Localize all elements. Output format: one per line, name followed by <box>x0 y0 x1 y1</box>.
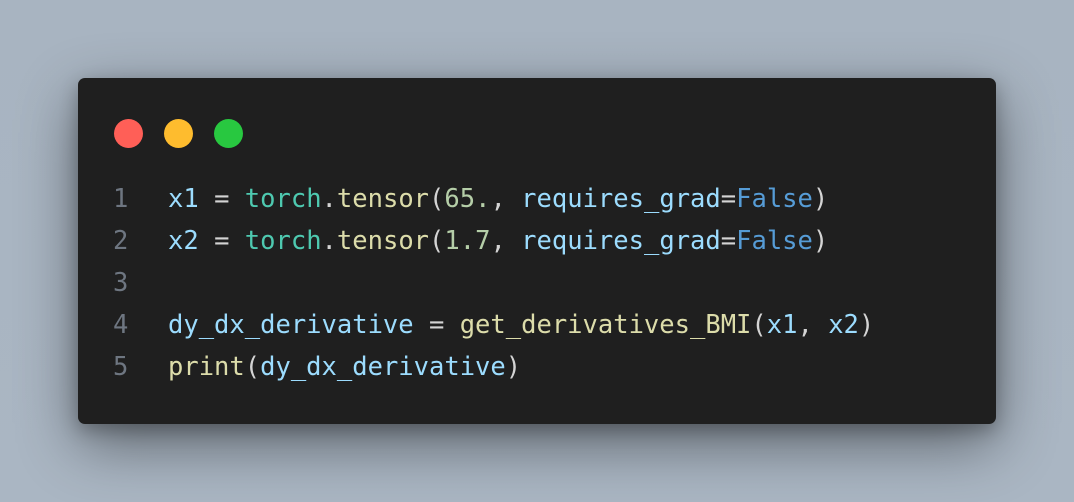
code-token: 65. <box>444 184 491 214</box>
code-token: ( <box>429 226 445 256</box>
code-token: tensor <box>336 184 430 214</box>
code-window: 1 x1 = torch.tensor(65., requires_grad=F… <box>78 78 996 424</box>
window-controls <box>114 119 243 148</box>
code-token: tensor <box>336 226 430 256</box>
code-token: = <box>413 310 460 340</box>
code-token: , <box>797 310 829 340</box>
code-token: , <box>490 226 522 256</box>
code-line: 3 <box>108 262 976 304</box>
code-token: requires_grad <box>521 184 721 214</box>
code-token: 1.7 <box>444 226 491 256</box>
code-line: 4 dy_dx_derivative = get_derivatives_BMI… <box>108 304 976 346</box>
code-token: requires_grad <box>521 226 721 256</box>
code-token: . <box>321 184 337 214</box>
code-token: x2 <box>168 226 199 256</box>
code-token: . <box>321 226 337 256</box>
line-number: 1 <box>113 184 129 214</box>
code-token: ( <box>429 184 445 214</box>
code-token: x1 <box>766 310 798 340</box>
code-token: ) <box>812 184 829 214</box>
line-content: x1 = torch.tensor(65., requires_grad=Fal… <box>168 178 828 220</box>
code-token: = <box>720 226 737 256</box>
code-token: get_derivatives_BMI <box>459 310 752 340</box>
code-token: x2 <box>828 310 859 340</box>
code-token: = <box>198 226 245 256</box>
code-line: 2 x2 = torch.tensor(1.7, requires_grad=F… <box>108 220 976 262</box>
code-token: print <box>168 352 245 382</box>
line-number: 4 <box>113 310 129 340</box>
code-token: False <box>736 226 813 256</box>
close-icon[interactable] <box>114 119 143 148</box>
zoom-icon[interactable] <box>214 119 243 148</box>
minimize-icon[interactable] <box>164 119 193 148</box>
line-content: print(dy_dx_derivative) <box>168 346 521 388</box>
code-token: ( <box>244 352 261 382</box>
line-number: 5 <box>113 352 129 382</box>
code-token: ) <box>505 352 522 382</box>
code-block: 1 x1 = torch.tensor(65., requires_grad=F… <box>108 178 976 388</box>
line-content: dy_dx_derivative = get_derivatives_BMI(x… <box>168 304 874 346</box>
code-token: = <box>198 184 245 214</box>
code-token: , <box>490 184 522 214</box>
code-token: dy_dx_derivative <box>168 310 414 340</box>
code-token: dy_dx_derivative <box>260 352 506 382</box>
code-token: = <box>720 184 737 214</box>
line-number: 3 <box>113 268 129 298</box>
line-content: x2 = torch.tensor(1.7, requires_grad=Fal… <box>168 220 828 262</box>
code-token: False <box>736 184 813 214</box>
code-token: x1 <box>168 184 199 214</box>
code-token: ( <box>751 310 767 340</box>
code-token: torch <box>244 184 322 214</box>
code-line: 5 print(dy_dx_derivative) <box>108 346 976 388</box>
line-number: 2 <box>113 226 129 256</box>
code-line: 1 x1 = torch.tensor(65., requires_grad=F… <box>108 178 976 220</box>
code-token: ) <box>858 310 875 340</box>
code-token: ) <box>812 226 829 256</box>
code-token: torch <box>244 226 322 256</box>
